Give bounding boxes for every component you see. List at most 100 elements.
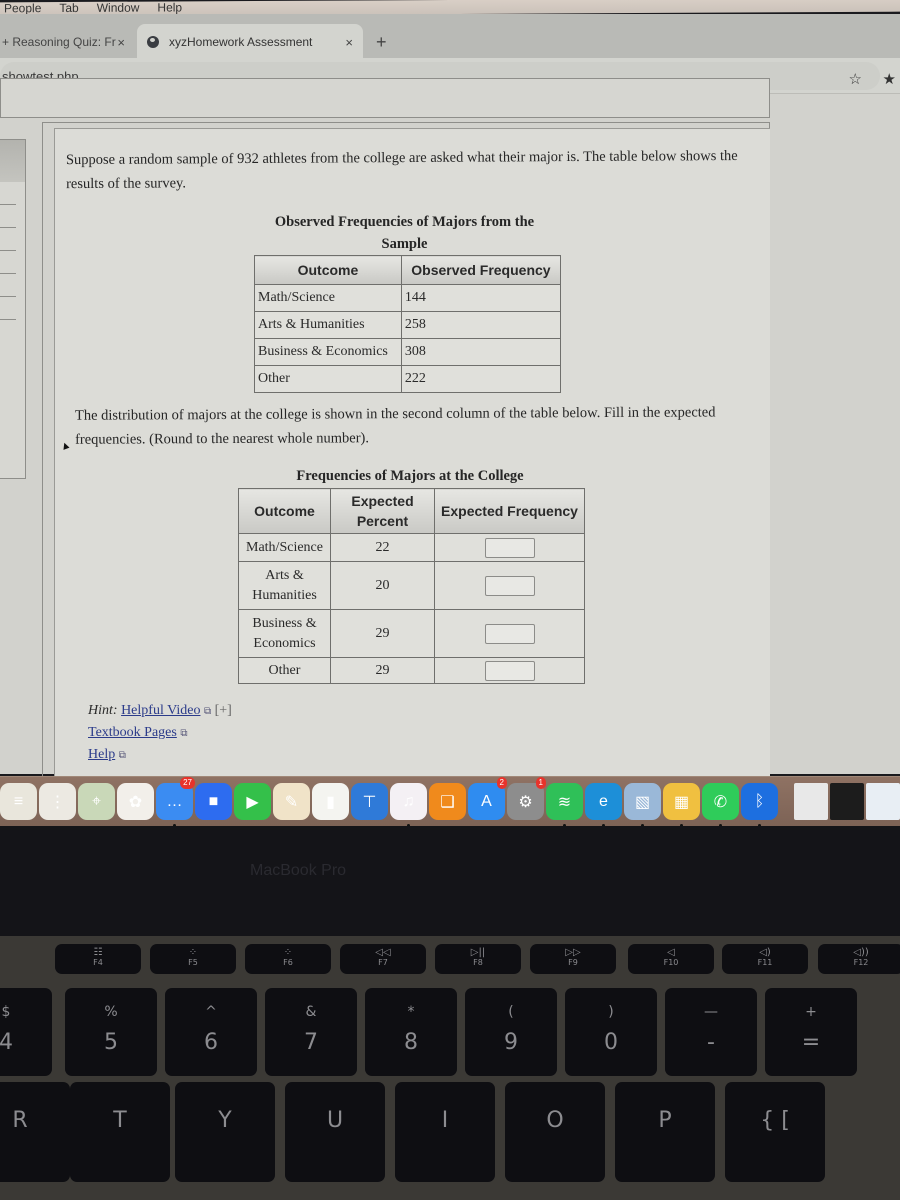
key-f5[interactable]: ⁘ F5 xyxy=(150,944,236,974)
close-tab-icon[interactable]: × xyxy=(345,35,353,50)
key-f6[interactable]: ⁘ F6 xyxy=(245,944,331,974)
menu-help[interactable]: Help xyxy=(157,0,182,14)
tab-reasoning-quiz[interactable]: + Reasoning Quiz: Fr × xyxy=(0,24,137,60)
dock-preview-icon[interactable]: ▧ xyxy=(624,783,661,827)
key-shift-label: $ xyxy=(1,1004,11,1020)
key-main-label: 4 xyxy=(0,1030,13,1055)
dock-app-store-icon[interactable]: A2 xyxy=(468,777,507,820)
key-main-label: - xyxy=(707,1030,715,1055)
close-tab-icon[interactable]: × xyxy=(117,35,125,50)
key-6[interactable]: ^ 6 xyxy=(165,988,257,1076)
expected-frequency-input-math-science[interactable] xyxy=(484,537,535,558)
key-f11[interactable]: ◁) F11 xyxy=(722,944,808,974)
dock-notes-icon[interactable]: ≡ xyxy=(0,783,37,820)
key-y[interactable]: Y xyxy=(175,1082,275,1182)
dock-recent-document-3-icon[interactable] xyxy=(866,783,900,820)
dock-bluetooth-icon[interactable]: ᛒ xyxy=(741,783,778,827)
dock-recent-document-2-icon[interactable] xyxy=(830,783,864,820)
menu-people[interactable]: People xyxy=(4,1,41,15)
menu-tab[interactable]: Tab xyxy=(59,0,78,14)
expected-frequency-input-other[interactable] xyxy=(484,660,535,681)
menu-window[interactable]: Window xyxy=(97,0,140,14)
expected-frequency-input-business-economics[interactable] xyxy=(484,623,535,644)
key-label: I xyxy=(441,1108,449,1133)
dock-books-icon[interactable]: ❑ xyxy=(429,783,466,820)
table-row: Arts & Humanities 20 xyxy=(238,561,585,610)
dock-reminders-icon[interactable]: ⋮ xyxy=(39,783,76,820)
answer-cell xyxy=(434,657,585,684)
dock-facetime-icon[interactable]: ▶ xyxy=(234,783,271,820)
key-u[interactable]: U xyxy=(285,1082,385,1182)
key-o[interactable]: O xyxy=(505,1082,605,1182)
key-main-label: 9 xyxy=(504,1030,518,1055)
expected-frequency-input-arts-humanities[interactable] xyxy=(484,575,535,596)
helpful-video-link[interactable]: Helpful Video xyxy=(121,703,200,718)
laptop-bezel xyxy=(0,826,900,936)
divider xyxy=(0,319,16,320)
dock-image-viewer-icon[interactable]: ▦ xyxy=(663,783,700,827)
divider xyxy=(0,296,16,297)
tab-label: + Reasoning Quiz: Fr xyxy=(2,35,116,49)
key-p[interactable]: P xyxy=(615,1082,715,1182)
outcome-cell: Other xyxy=(238,657,331,684)
key-f7[interactable]: ◁◁ F7 xyxy=(340,944,426,974)
key-label: T xyxy=(113,1108,127,1133)
key-9[interactable]: (9 xyxy=(465,988,557,1076)
key-f10[interactable]: ◁ F10 xyxy=(628,944,714,974)
key-f8[interactable]: ▷|| F8 xyxy=(435,944,521,974)
key-f4[interactable]: ☷ F4 xyxy=(55,944,141,974)
expected-table-caption: Frequencies of Majors at the College xyxy=(296,468,524,484)
key-5[interactable]: % 5 xyxy=(65,988,157,1076)
dock-keynote-icon[interactable]: ⊤ xyxy=(351,783,388,820)
table-row: Math/Science 22 xyxy=(238,533,585,562)
dock-maps-icon[interactable]: ⌖ xyxy=(78,783,115,820)
new-tab-button[interactable]: + xyxy=(376,32,387,53)
dock-messages-icon[interactable]: … 27 xyxy=(156,777,195,827)
dock-whatsapp-icon[interactable]: ✆ xyxy=(702,783,739,827)
key-bracket[interactable]: { [ xyxy=(725,1082,825,1182)
help-link[interactable]: Help xyxy=(88,747,115,762)
dock-spotify-icon[interactable]: ≋ xyxy=(546,783,583,827)
key-label: R xyxy=(12,1108,28,1133)
expand-hint-button[interactable]: [+] xyxy=(215,703,232,718)
key-i[interactable]: I xyxy=(395,1082,495,1182)
observed-cell: 222 xyxy=(400,365,562,393)
key-8[interactable]: * 8 xyxy=(365,988,457,1076)
expected-frequencies-table: Outcome Expected Percent Expected Freque… xyxy=(238,488,585,684)
dock-recent-document-1-icon[interactable] xyxy=(794,783,828,820)
dock-photos-icon[interactable]: ✿ xyxy=(117,783,154,820)
key-r[interactable]: R xyxy=(0,1082,70,1182)
extensions-icon[interactable]: ★ xyxy=(883,70,896,88)
key-4[interactable]: $4 xyxy=(0,988,52,1076)
key-main-label: 8 xyxy=(404,1030,418,1055)
key-glyph: ▷|| xyxy=(470,947,486,958)
bookmark-star-icon[interactable]: ☆ xyxy=(849,70,862,88)
key-main-label: 5 xyxy=(104,1030,118,1055)
key--[interactable]: — - xyxy=(665,988,757,1076)
key-f9[interactable]: ▷▷ F9 xyxy=(530,944,616,974)
key-0[interactable]: ) 0 xyxy=(565,988,657,1076)
dock-edge-icon[interactable]: e xyxy=(585,783,622,827)
left-navigation-pane xyxy=(0,139,26,479)
observed-frequencies-table: Outcome Observed Frequency Math/Science … xyxy=(254,255,562,393)
key-f12[interactable]: ◁)) F12 xyxy=(818,944,900,974)
dock-system-preferences-icon[interactable]: ⚙ 1 xyxy=(507,777,546,820)
key-glyph: ▷▷ xyxy=(565,947,581,958)
tab-xyzhomework-assessment[interactable]: xyzHomework Assessment × xyxy=(137,24,363,60)
key-label: F12 xyxy=(853,958,869,967)
key-main-label: 0 xyxy=(604,1030,618,1055)
hint-label: Hint: xyxy=(88,703,118,718)
dock-pages-icon[interactable]: ✎ xyxy=(273,783,310,820)
notification-badge: 1 xyxy=(535,777,546,789)
dock-music-icon[interactable]: ♫ xyxy=(390,783,427,827)
key-7[interactable]: & 7 xyxy=(265,988,357,1076)
key-label: F9 xyxy=(568,958,578,967)
answer-cell xyxy=(434,533,585,562)
column-header-expected-frequency: Expected Frequency xyxy=(434,488,585,534)
key-t[interactable]: T xyxy=(70,1082,170,1182)
dock-numbers-icon[interactable]: ▮ xyxy=(312,783,349,820)
key-label: F4 xyxy=(93,958,103,967)
dock-zoom-icon[interactable]: ■ xyxy=(195,783,232,820)
textbook-pages-link[interactable]: Textbook Pages xyxy=(88,725,177,740)
key-=[interactable]: + = xyxy=(765,988,857,1076)
